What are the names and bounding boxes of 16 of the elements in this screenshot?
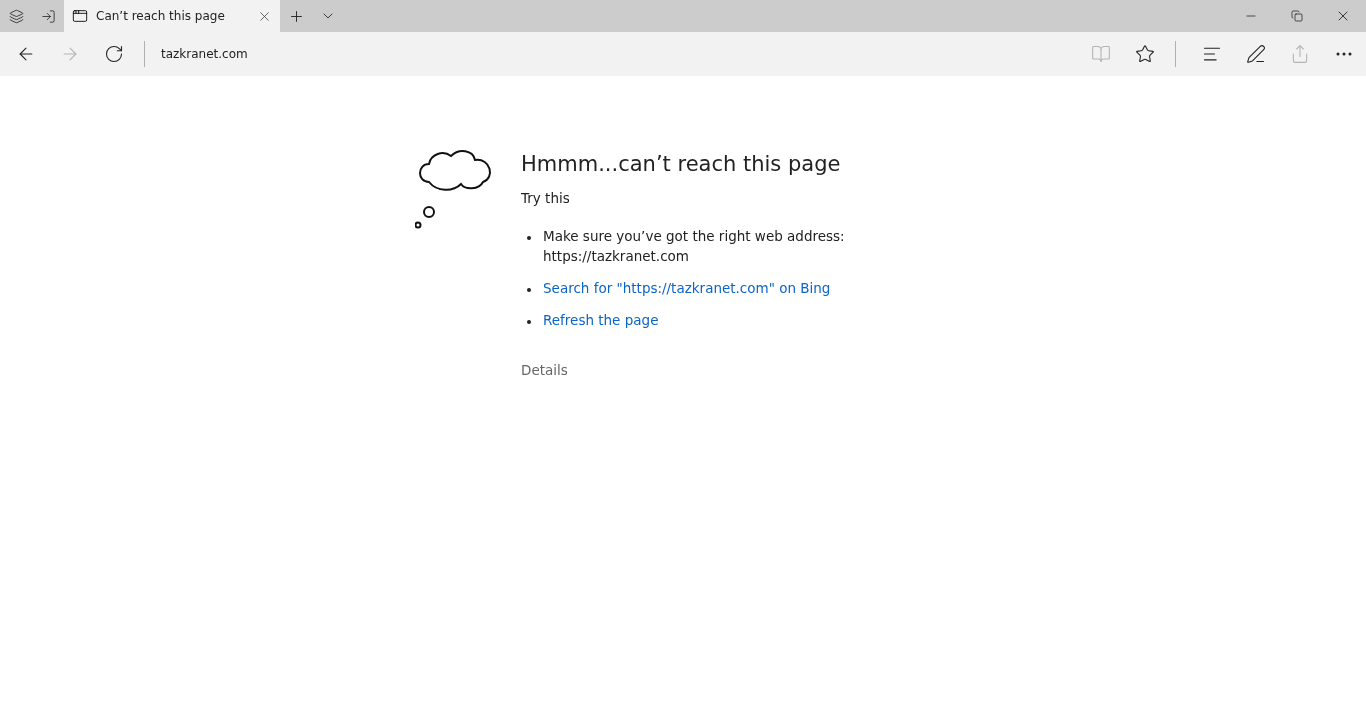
web-address-text: https://tazkranet.com (543, 248, 690, 264)
tab-title: Can’t reach this page (96, 9, 226, 23)
suggestion-link[interactable]: Search for "https://tazkranet.com" on Bing (543, 280, 831, 296)
page-icon (72, 8, 88, 24)
try-this-label: Try this (521, 190, 571, 206)
suggestion-link[interactable]: Refresh the page (543, 312, 659, 328)
arrow-into-box-icon (40, 8, 56, 24)
bullet-icon (527, 236, 531, 240)
restore-icon (1291, 10, 1303, 22)
browser-tab[interactable]: Can’t reach this page (64, 0, 280, 32)
layers-icon (8, 8, 24, 24)
bullet-icon (527, 288, 531, 292)
error-heading: Hmmm...can’t reach this page (521, 152, 842, 176)
bullet-icon (527, 320, 531, 324)
details-link[interactable]: Details (521, 362, 861, 378)
suggestion-text: Make sure you’ve got the right web address: (543, 228, 845, 244)
